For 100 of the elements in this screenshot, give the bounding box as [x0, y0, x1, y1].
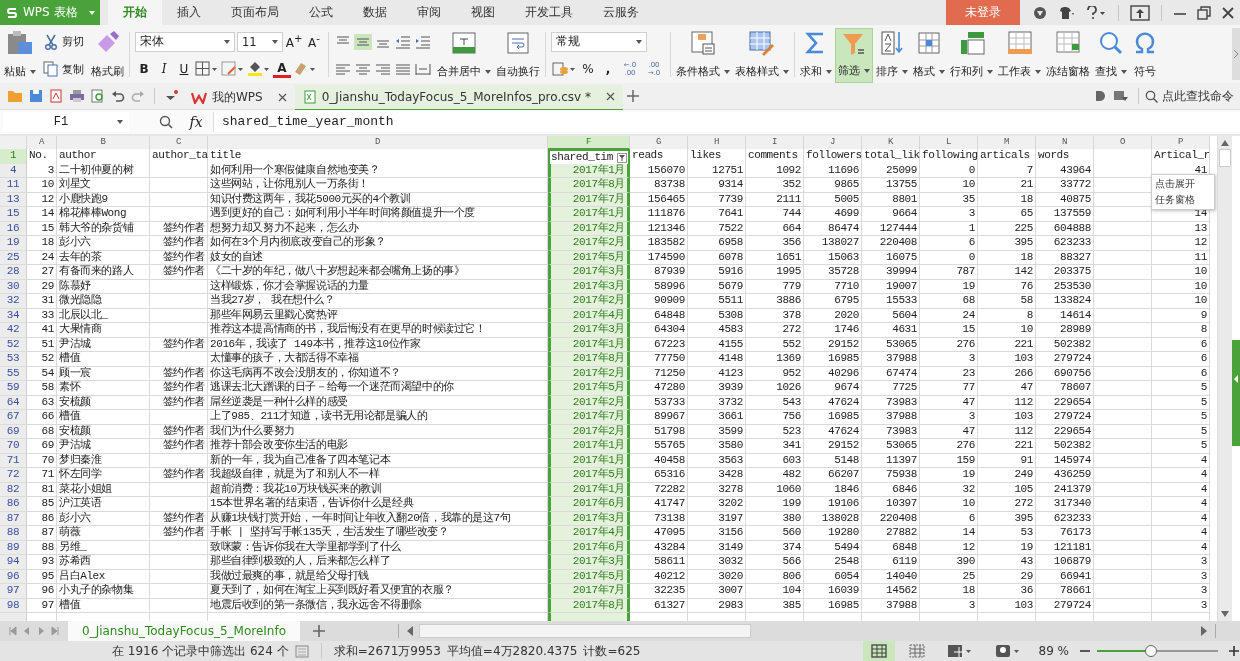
column-header[interactable]: N	[1036, 136, 1094, 149]
font-size-select[interactable]: 11	[237, 31, 283, 52]
filter-icon[interactable]	[617, 152, 627, 163]
borders-icon[interactable]	[195, 61, 219, 78]
document-tab[interactable]: 0_Jianshu_TodayFocus_5_MoreInfos_pro.csv *	[294, 84, 623, 111]
insert-function-button[interactable]: fx	[185, 114, 207, 130]
number-format-select[interactable]: 常规	[551, 31, 647, 52]
next-sheet-icon[interactable]	[36, 626, 46, 636]
row-number[interactable]: 11	[0, 178, 27, 193]
row-number[interactable]: 32	[0, 294, 27, 309]
name-box[interactable]: F1	[3, 112, 129, 132]
wrap-text-button[interactable]: 自动换行	[494, 28, 542, 83]
column-header[interactable]: G	[630, 136, 688, 149]
ribbon-tab[interactable]: 页面布局	[216, 0, 294, 25]
row-number[interactable]: 94	[0, 555, 27, 570]
column-header[interactable]: D	[208, 136, 548, 149]
sync-icon[interactable]	[1093, 89, 1107, 103]
ribbon-tab[interactable]: 开发工具	[510, 0, 588, 25]
column-header[interactable]: K	[862, 136, 920, 149]
justify-icon[interactable]	[394, 61, 412, 78]
normal-view-button[interactable]	[862, 641, 895, 661]
ribbon-tab[interactable]: 审阅	[402, 0, 456, 25]
row-number[interactable]: 97	[0, 584, 27, 599]
grow-font-button[interactable]: A$^{+}$	[285, 31, 303, 52]
align-center-icon[interactable]	[354, 61, 372, 78]
shirt-icon[interactable]	[1057, 5, 1075, 20]
restore-icon[interactable]	[1197, 5, 1211, 20]
add-icon[interactable]	[625, 89, 640, 103]
customize-icon[interactable]	[164, 89, 180, 103]
column-header[interactable]: C	[150, 136, 208, 149]
document-tab[interactable]: 我的WPS	[183, 85, 295, 110]
paste-button[interactable]: 粘贴	[2, 28, 38, 83]
pdf-icon[interactable]	[49, 89, 63, 103]
percent-button[interactable]: %	[579, 59, 597, 80]
cell-style-icon[interactable]	[221, 61, 245, 78]
bold-button[interactable]: B	[135, 59, 153, 80]
fill-color-icon[interactable]	[247, 61, 271, 78]
align-left-icon[interactable]	[334, 61, 352, 78]
folder-icon[interactable]	[7, 89, 23, 103]
formula-field[interactable]: shared_time_year_month	[213, 112, 1240, 132]
align-right-icon[interactable]	[374, 61, 392, 78]
coins-icon[interactable]	[551, 61, 577, 78]
shrink-font-button[interactable]: A$^{-}$	[305, 31, 323, 52]
format-painter-button[interactable]: 格式刷	[89, 28, 126, 83]
ribbon-tab[interactable]: 开始	[108, 0, 162, 25]
column-header[interactable]: O	[1094, 136, 1152, 149]
close-icon[interactable]	[277, 93, 287, 102]
zoom-icon[interactable]	[159, 115, 173, 129]
sheet-tab[interactable]: 0_Jianshu_TodayFocus_5_MoreInfo	[68, 621, 300, 641]
add-sheet-icon[interactable]	[312, 624, 326, 638]
skin-icon[interactable]	[1033, 5, 1047, 20]
redo-icon[interactable]	[131, 89, 145, 103]
align-middle-icon[interactable]	[354, 33, 372, 50]
comma-button[interactable]: ,	[599, 59, 617, 80]
close-icon[interactable]	[1221, 5, 1235, 20]
row-number[interactable]: 19	[0, 236, 27, 251]
row-number[interactable]: 67	[0, 410, 27, 425]
row-number[interactable]: 59	[0, 381, 27, 396]
cut-button[interactable]: 剪切	[41, 32, 86, 51]
last-sheet-icon[interactable]	[50, 626, 60, 636]
decrease-indent-icon[interactable]	[394, 33, 412, 50]
slider-thumb[interactable]	[1145, 645, 1158, 657]
row-number[interactable]: 88	[0, 526, 27, 541]
column-header[interactable]: H	[688, 136, 746, 149]
freeze-panes-button[interactable]: 冻结窗格	[1044, 28, 1092, 83]
row-number[interactable]: 70	[0, 439, 27, 454]
filter-button[interactable]: 筛选	[835, 28, 873, 83]
column-header[interactable]: M	[978, 136, 1036, 149]
row-number[interactable]: 53	[0, 352, 27, 367]
upload-icon[interactable]	[1130, 4, 1150, 21]
column-header[interactable]: J	[804, 136, 862, 149]
command-search-field[interactable]: 点此查找命令	[1145, 87, 1240, 105]
row-number[interactable]: 72	[0, 468, 27, 483]
row-number[interactable]: 15	[0, 207, 27, 222]
column-header[interactable]: A	[27, 136, 57, 149]
print-icon[interactable]	[69, 89, 85, 103]
worksheet-button[interactable]: 工作表	[996, 28, 1043, 83]
font-color-button[interactable]: A	[273, 60, 291, 78]
column-header[interactable]: I	[746, 136, 804, 149]
row-number[interactable]: 1	[0, 149, 27, 164]
conditional-format-button[interactable]: 条件格式	[674, 28, 732, 83]
ribbon-tab[interactable]: 公式	[294, 0, 348, 25]
underline-button[interactable]: U	[175, 59, 193, 80]
first-sheet-icon[interactable]	[8, 626, 18, 636]
distribute-icon[interactable]	[414, 61, 432, 78]
undo-icon[interactable]	[111, 89, 125, 103]
ribbon-tab[interactable]: 视图	[456, 0, 510, 25]
ribbon-tab[interactable]: 云服务	[588, 0, 654, 25]
column-header[interactable]: F	[548, 136, 630, 149]
column-header[interactable]: B	[57, 136, 150, 149]
symbol-button[interactable]: 符号	[1130, 28, 1160, 83]
table-style-button[interactable]: 表格样式	[733, 28, 791, 83]
zoom-in-icon[interactable]	[1228, 645, 1240, 657]
help-icon[interactable]	[1085, 5, 1107, 20]
print-preview-icon[interactable]	[91, 89, 105, 103]
row-number[interactable]: 86	[0, 497, 27, 512]
eraser-icon[interactable]	[293, 61, 317, 78]
format-button[interactable]: 格式	[911, 28, 947, 83]
rows-columns-button[interactable]: 行和列	[948, 28, 995, 83]
font-select[interactable]: 宋体	[135, 31, 235, 52]
